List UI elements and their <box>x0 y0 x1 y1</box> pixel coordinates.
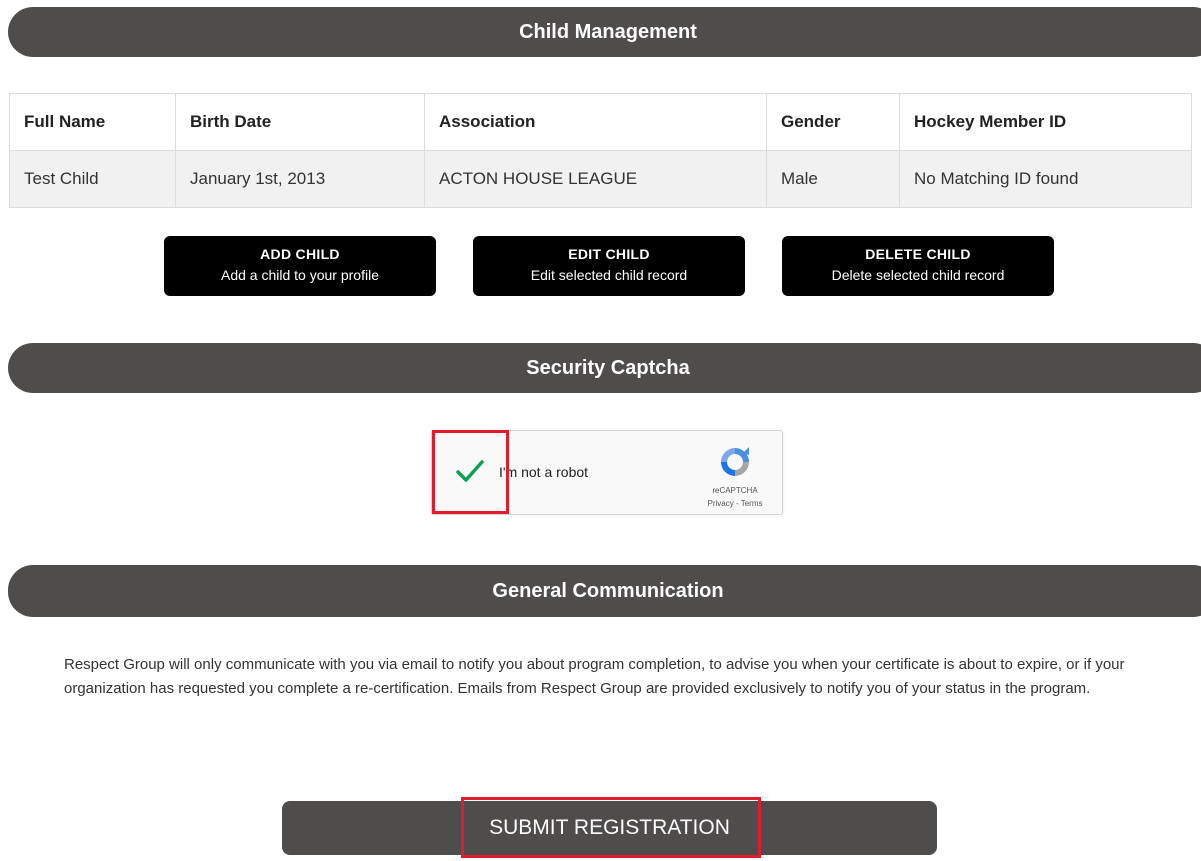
submit-registration-button[interactable]: SUBMIT REGISTRATION <box>282 801 937 855</box>
column-header-birth-date: Birth Date <box>175 93 425 151</box>
delete-child-subtitle: Delete selected child record <box>831 267 1005 283</box>
submit-registration-label: SUBMIT REGISTRATION <box>489 816 730 839</box>
delete-child-button[interactable]: DELETE CHILD Delete selected child recor… <box>782 236 1054 296</box>
edit-child-subtitle: Edit selected child record <box>530 267 688 283</box>
cell-hockey-member-id[interactable]: No Matching ID found <box>899 150 1192 208</box>
cell-gender[interactable]: Male <box>766 150 900 208</box>
general-communication-header: General Communication <box>8 565 1201 617</box>
column-header-association: Association <box>424 93 767 151</box>
add-child-button[interactable]: ADD CHILD Add a child to your profile <box>164 236 436 296</box>
child-management-title: Child Management <box>519 20 697 43</box>
children-table: Full Name Birth Date Association Gender … <box>9 93 1192 208</box>
cell-full-name[interactable]: Test Child <box>9 150 176 208</box>
recaptcha-privacy-terms-links[interactable]: Privacy - Terms <box>690 499 780 508</box>
column-header-gender: Gender <box>766 93 900 151</box>
cell-birth-date[interactable]: January 1st, 2013 <box>175 150 425 208</box>
security-captcha-title: Security Captcha <box>526 356 690 379</box>
add-child-subtitle: Add a child to your profile <box>221 267 379 283</box>
security-captcha-header: Security Captcha <box>8 343 1201 393</box>
add-child-title: ADD CHILD <box>260 246 340 262</box>
table-row[interactable]: Test Child January 1st, 2013 ACTON HOUSE… <box>9 150 1192 208</box>
registration-page: Child Management Full Name Birth Date As… <box>0 0 1201 861</box>
recaptcha-widget: I'm not a robot reCAPTCHA Privacy - Term… <box>431 430 783 515</box>
recaptcha-logo-icon <box>716 443 754 481</box>
column-header-full-name: Full Name <box>9 93 176 151</box>
child-management-header: Child Management <box>8 7 1201 57</box>
communication-paragraph: Respect Group will only communicate with… <box>64 656 1125 697</box>
cell-association[interactable]: ACTON HOUSE LEAGUE <box>424 150 767 208</box>
edit-child-button[interactable]: EDIT CHILD Edit selected child record <box>473 236 745 296</box>
general-communication-title: General Communication <box>492 579 724 602</box>
table-header-row: Full Name Birth Date Association Gender … <box>9 93 1192 151</box>
check-icon <box>456 460 484 482</box>
delete-child-title: DELETE CHILD <box>865 246 971 262</box>
recaptcha-checkbox[interactable] <box>454 455 486 487</box>
column-header-hockey-member-id: Hockey Member ID <box>899 93 1192 151</box>
recaptcha-label: I'm not a robot <box>499 464 589 480</box>
recaptcha-brand: reCAPTCHA <box>712 486 758 495</box>
edit-child-title: EDIT CHILD <box>568 246 650 262</box>
